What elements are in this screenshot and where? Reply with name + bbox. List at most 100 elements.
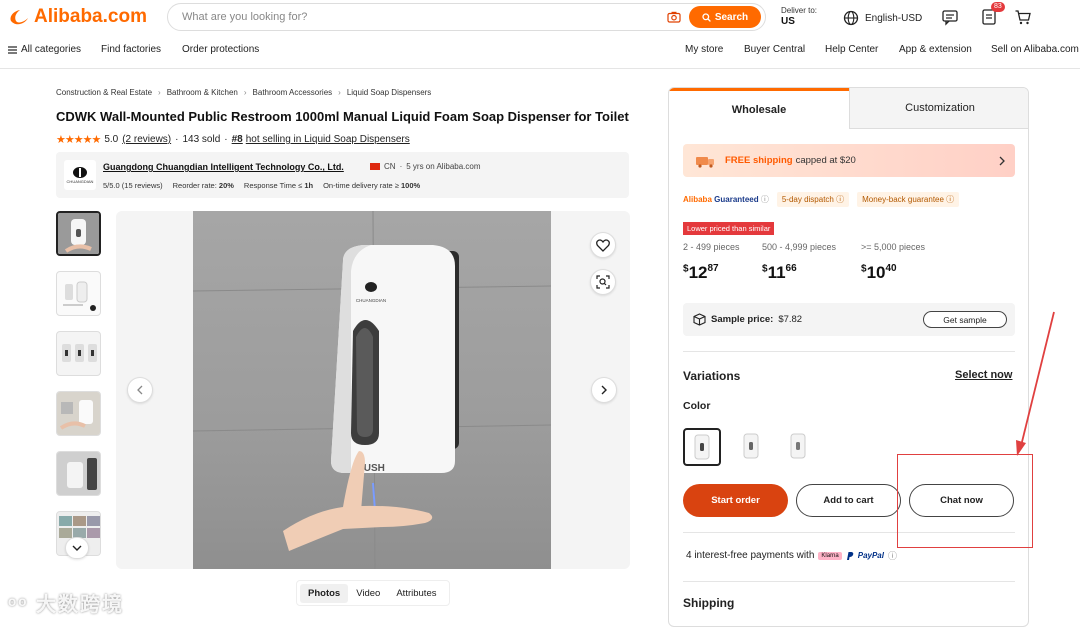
cart-icon[interactable] <box>1014 8 1032 26</box>
thumbnail[interactable] <box>56 271 101 316</box>
color-swatch[interactable] <box>683 428 721 466</box>
lower-price-badge: Lower priced than similar <box>683 222 775 235</box>
nav-find-factories[interactable]: Find factories <box>101 44 161 55</box>
breadcrumb-item[interactable]: Bathroom & Kitchen <box>167 88 238 97</box>
paypal-logo-icon <box>846 551 854 560</box>
sold-count: 143 sold <box>182 134 221 145</box>
tab-attributes[interactable]: Attributes <box>388 584 444 603</box>
thumbnail[interactable] <box>56 391 101 436</box>
separator: · <box>224 134 228 145</box>
orders-badge: 83 <box>991 2 1005 12</box>
dispenser-brand-label: CHUANGDIAN <box>356 298 386 303</box>
info-icon: ⓘ <box>946 195 955 204</box>
select-now-link[interactable]: Select now <box>955 369 1012 381</box>
info-icon: ⓘ <box>836 195 845 204</box>
tier-price: $1040 <box>861 263 897 282</box>
three-dispensers-image <box>62 344 97 362</box>
box-icon <box>693 313 706 326</box>
tab-customization[interactable]: Customization <box>849 88 1028 129</box>
chevron-left-icon <box>137 385 143 395</box>
chevron-right-icon: › <box>338 88 341 97</box>
klarna-logo: Klarna <box>818 551 842 560</box>
on-time-delivery: On-time delivery rate ≥ 100% <box>323 181 421 190</box>
thumbnail[interactable] <box>56 451 101 496</box>
search-button[interactable]: Search <box>689 6 761 28</box>
thumbnail[interactable] <box>56 331 101 376</box>
language-currency-selector[interactable]: English-USD <box>842 9 922 27</box>
china-flag-icon <box>370 163 380 170</box>
thumbnails-scroll-down[interactable] <box>65 537 89 559</box>
favorite-button[interactable] <box>590 232 616 258</box>
search-icon <box>702 12 711 22</box>
installment-payments[interactable]: 4 interest-free payments with Klarna Pay… <box>686 549 897 562</box>
free-shipping-banner[interactable]: FREE shipping capped at $20 <box>683 144 1015 177</box>
nav-buyer-central[interactable]: Buyer Central <box>744 44 805 55</box>
breadcrumb-item[interactable]: Construction & Real Estate <box>56 88 152 97</box>
message-icon[interactable] <box>941 8 959 26</box>
camera-search-icon[interactable] <box>667 11 681 23</box>
shipping-truck-icon <box>696 156 714 168</box>
purchase-tabs: Wholesale Customization <box>669 88 1028 129</box>
tier-price: $1166 <box>762 263 797 282</box>
menu-icon <box>8 45 17 54</box>
supplier-name-link[interactable]: Guangdong Chuangdian Intelligent Technol… <box>103 162 344 172</box>
next-image-button[interactable] <box>591 377 617 403</box>
tab-video[interactable]: Video <box>348 584 388 603</box>
deliver-to[interactable]: Deliver to: US <box>781 5 817 27</box>
install-diagram-image <box>63 281 96 311</box>
money-back-tag[interactable]: Money-back guarantee ⓘ <box>857 192 960 207</box>
product-image-viewer: CHUANGDIAN PUSH <box>116 211 630 569</box>
supplier-country: CN · 5 yrs on Alibaba.com <box>370 162 481 171</box>
header-divider <box>0 68 1080 69</box>
nav-app-extension[interactable]: App & extension <box>899 44 972 55</box>
supplier-logo-mark <box>73 167 87 178</box>
sample-price-box: Sample price: $7.82 Get sample <box>683 303 1015 336</box>
guarantee-row: Alibaba Guaranteed ⓘ 5-day dispatch ⓘ Mo… <box>683 192 960 207</box>
product-title: CDWK Wall-Mounted Public Restroom 1000ml… <box>56 109 629 124</box>
bathroom-scene-image <box>57 392 100 435</box>
dispenser-swatch-image <box>694 434 710 460</box>
tier-range: 2 - 499 pieces <box>683 242 740 252</box>
logo-text: Alibaba.com <box>34 6 147 27</box>
color-swatch[interactable] <box>779 428 817 466</box>
all-categories-menu[interactable]: All categories <box>8 44 81 55</box>
chevron-right-icon: › <box>243 88 247 97</box>
breadcrumb-item[interactable]: Bathroom Accessories <box>253 88 333 97</box>
add-to-cart-button[interactable]: Add to cart <box>796 484 901 517</box>
shipping-heading: Shipping <box>683 596 735 610</box>
heart-icon <box>596 238 610 252</box>
nav-sell-on-alibaba[interactable]: Sell on Alibaba.com <box>991 44 1079 55</box>
info-icon[interactable]: ⓘ <box>888 549 897 562</box>
nav-help-center[interactable]: Help Center <box>825 44 878 55</box>
image-search-icon <box>596 275 610 289</box>
chevron-right-icon <box>999 156 1005 165</box>
divider <box>683 351 1015 352</box>
alibaba-guaranteed[interactable]: Alibaba Guaranteed ⓘ <box>683 194 769 205</box>
thumbnail[interactable] <box>56 211 101 256</box>
reviews-link[interactable]: (2 reviews) <box>122 134 171 145</box>
visual-search-button[interactable] <box>590 269 616 295</box>
dispenser-thumbnail-image <box>58 213 99 254</box>
breadcrumb: Construction & Real Estate › Bathroom & K… <box>56 88 431 97</box>
nav-order-protections[interactable]: Order protections <box>182 44 259 55</box>
search-input[interactable] <box>182 11 667 23</box>
variations-heading: Variations <box>683 369 741 383</box>
color-label: Color <box>683 400 711 412</box>
alibaba-logo[interactable]: Alibaba.com <box>8 6 147 28</box>
tab-wholesale[interactable]: Wholesale <box>669 88 849 129</box>
tier-range: >= 5,000 pieces <box>861 242 926 252</box>
media-tabs: Photos Video Attributes <box>296 580 450 606</box>
annotation-highlight-box <box>897 454 1033 548</box>
rank-link[interactable]: #8 hot selling in Liquid Soap Dispensers <box>232 134 410 145</box>
dispenser-swatch-image <box>790 433 806 459</box>
tab-photos[interactable]: Photos <box>300 583 349 603</box>
supplier-card: CHUANGDIAN Guangdong Chuangdian Intellig… <box>56 152 629 198</box>
nav-my-store[interactable]: My store <box>685 44 723 55</box>
dispatch-tag[interactable]: 5-day dispatch ⓘ <box>776 192 850 207</box>
start-order-button[interactable]: Start order <box>683 484 788 517</box>
color-swatch[interactable] <box>732 428 770 466</box>
previous-image-button[interactable] <box>127 377 153 403</box>
get-sample-button[interactable]: Get sample <box>923 311 1007 328</box>
breadcrumb-item[interactable]: Liquid Soap Dispensers <box>347 88 432 97</box>
orders-button[interactable]: 83 <box>980 2 1005 26</box>
